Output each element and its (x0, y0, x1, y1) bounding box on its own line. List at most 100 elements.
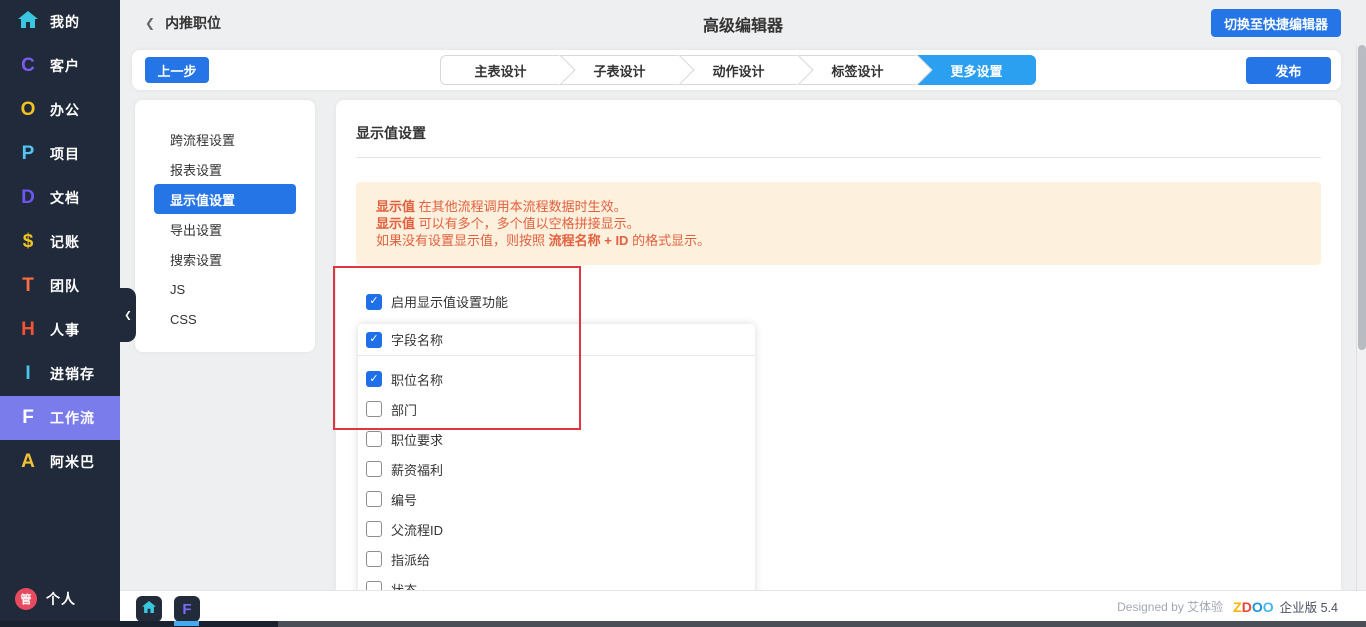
sidebar-item-personal[interactable]: 管 个人 (0, 579, 120, 619)
wizard-steps: 主表设计 子表设计 动作设计 标签设计 更多设置 (440, 55, 1036, 85)
sidebar-item-amoeba[interactable]: A 阿米巴 (0, 440, 120, 484)
nav-item-css[interactable]: CSS (154, 304, 296, 334)
sidebar-item-project[interactable]: P 项目 (0, 132, 120, 176)
field-row: ✓ 父流程ID (358, 514, 755, 544)
sidebar-item-label: 文档 (50, 188, 80, 208)
sidebar-item-doc[interactable]: D 文档 (0, 176, 120, 220)
field-checkbox[interactable]: ✓ (366, 551, 382, 567)
field-header-row: ✓ 字段名称 (358, 324, 755, 356)
notice-box: 显示值 在其他流程调用本流程数据时生效。 显示值 可以有多个，多个值以空格拼接显… (356, 182, 1321, 265)
back-label: 内推职位 (165, 13, 221, 33)
nav-item-search[interactable]: 搜索设置 (154, 244, 296, 274)
field-checkbox[interactable]: ✓ (366, 581, 382, 590)
field-row: ✓ 编号 (358, 484, 755, 514)
sidebar-item-hr[interactable]: H 人事 (0, 308, 120, 352)
settings-nav: 跨流程设置 报表设置 显示值设置 导出设置 搜索设置 JS CSS (135, 100, 315, 352)
sidebar-item-accounting[interactable]: $ 记账 (0, 220, 120, 264)
sidebar-item-inventory[interactable]: I 进销存 (0, 352, 120, 396)
nav-item-js[interactable]: JS (154, 274, 296, 304)
field-checkbox[interactable]: ✓ (366, 461, 382, 477)
checkbox-label: 字段名称 (391, 330, 443, 349)
back-link[interactable]: ❮ 内推职位 (145, 13, 221, 33)
check-icon: ✓ (369, 334, 378, 345)
settings-panel: 显示值设置 显示值 在其他流程调用本流程数据时生效。 显示值 可以有多个，多个值… (336, 100, 1341, 590)
field-row: ✓ 状态 (358, 574, 755, 590)
sidebar-item-customer[interactable]: C 客户 (0, 44, 120, 88)
sidebar-item-my[interactable]: 我的 (0, 0, 120, 44)
sidebar-item-label: 项目 (50, 144, 80, 164)
checkbox-label: 职位要求 (391, 430, 443, 449)
user-avatar: 管 (15, 588, 37, 610)
field-row: ✓ 职位名称 (358, 364, 755, 394)
field-checkbox[interactable]: ✓ (366, 401, 382, 417)
checkbox-label: 编号 (391, 490, 417, 509)
sidebar-item-label: 进销存 (50, 364, 95, 384)
inventory-icon: I (15, 363, 41, 385)
page-title: 高级编辑器 (420, 12, 1066, 36)
doc-icon: D (15, 187, 41, 209)
field-checkbox[interactable]: ✓ (366, 371, 382, 387)
nav-item-report[interactable]: 报表设置 (154, 154, 296, 184)
scrollbar-thumb[interactable] (1358, 45, 1366, 350)
publish-button[interactable]: 发布 (1246, 57, 1331, 84)
nav-item-export[interactable]: 导出设置 (154, 214, 296, 244)
sidebar-item-team[interactable]: T 团队 (0, 264, 120, 308)
sidebar-item-workflow[interactable]: F 工作流 (0, 396, 120, 440)
home-icon (15, 11, 41, 34)
sidebar-item-label: 我的 (50, 12, 80, 32)
notice-line: 显示值 在其他流程调用本流程数据时生效。 (376, 198, 1301, 215)
dock-workflow-button[interactable]: F (174, 596, 200, 622)
sidebar-item-label: 阿米巴 (50, 452, 95, 472)
sidebar-item-office[interactable]: O 办公 (0, 88, 120, 132)
sidebar-item-label: 记账 (50, 232, 80, 252)
checkbox-label: 父流程ID (391, 520, 443, 539)
section-title: 显示值设置 (356, 123, 1321, 143)
switch-editor-button[interactable]: 切换至快捷编辑器 (1211, 9, 1341, 37)
checkbox-label: 职位名称 (391, 370, 443, 389)
hr-icon: H (15, 319, 41, 341)
dock-home-button[interactable] (136, 596, 162, 622)
field-checkbox[interactable]: ✓ (366, 521, 382, 537)
vertical-scrollbar (1356, 45, 1366, 590)
check-icon: ✓ (369, 374, 378, 385)
field-checkbox[interactable]: ✓ (366, 491, 382, 507)
back-chevron-icon: ❮ (145, 16, 155, 30)
checkbox-label: 指派给 (391, 550, 430, 569)
step-sub-table[interactable]: 子表设计 (560, 55, 679, 85)
workflow-icon: F (15, 407, 41, 429)
enable-display-value-row: ✓ 启用显示值设置功能 (366, 292, 1321, 311)
nav-item-cross-flow[interactable]: 跨流程设置 (154, 124, 296, 154)
sidebar-item-label: 办公 (50, 100, 80, 120)
step-label[interactable]: 标签设计 (798, 55, 917, 85)
project-icon: P (15, 143, 41, 165)
checkbox-label: 启用显示值设置功能 (391, 292, 508, 311)
field-row: ✓ 薪资福利 (358, 454, 755, 484)
checkbox-label: 部门 (391, 400, 417, 419)
divider (356, 157, 1321, 158)
workflow-icon: F (182, 601, 191, 618)
step-action[interactable]: 动作设计 (679, 55, 798, 85)
footer-credits: Designed by 艾体验 ZDOO 企业版 5.4 (1117, 591, 1338, 622)
step-more-settings[interactable]: 更多设置 (917, 55, 1036, 85)
check-icon: ✓ (369, 296, 378, 307)
collapse-chevron-icon: ❮ (124, 310, 132, 321)
sidebar-item-label: 团队 (50, 276, 80, 296)
nav-item-display-value[interactable]: 显示值设置 (154, 184, 296, 214)
field-list: ✓ 职位名称 ✓ 部门 ✓ 职位要求 ✓ 薪资福利 ✓ 编号 (358, 356, 755, 590)
prev-step-button[interactable]: 上一步 (145, 57, 209, 83)
designed-by-text: Designed by 艾体验 (1117, 598, 1223, 615)
sidebar-item-label: 工作流 (50, 408, 95, 428)
checkbox-label: 薪资福利 (391, 460, 443, 479)
step-main-table[interactable]: 主表设计 (440, 55, 560, 85)
enable-display-value-checkbox[interactable]: ✓ (366, 294, 382, 310)
sidebar-item-label: 客户 (50, 56, 80, 76)
team-icon: T (15, 275, 41, 297)
field-name-checkbox[interactable]: ✓ (366, 332, 382, 348)
step-toolbar: 上一步 主表设计 子表设计 动作设计 标签设计 更多设置 发布 (132, 50, 1341, 90)
field-checkbox[interactable]: ✓ (366, 431, 382, 447)
home-icon (142, 600, 156, 618)
notice-line: 显示值 可以有多个，多个值以空格拼接显示。 (376, 215, 1301, 232)
sidebar-collapse-button[interactable]: ❮ (120, 288, 136, 342)
content-area: ❮ 内推职位 高级编辑器 切换至快捷编辑器 上一步 主表设计 子表设计 动作设计… (120, 0, 1366, 627)
field-list-panel: ✓ 字段名称 ✓ 职位名称 ✓ 部门 ✓ 职位要求 ✓ 薪资福利 (358, 324, 755, 590)
